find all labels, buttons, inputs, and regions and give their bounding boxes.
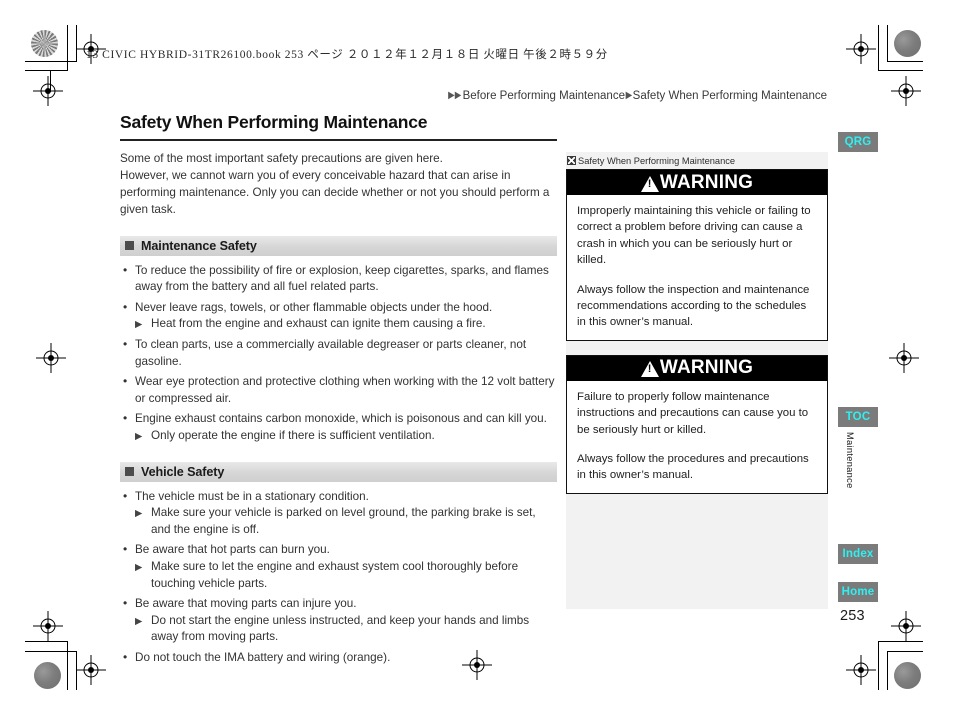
list-item-text: The vehicle must be in a stationary cond… xyxy=(135,489,369,503)
intro-line: However, we cannot warn you of every con… xyxy=(120,168,550,217)
crop-line xyxy=(887,61,923,62)
registration-dot-bottom-right xyxy=(894,662,921,689)
section-header-label: Vehicle Safety xyxy=(141,464,225,479)
crop-line xyxy=(25,70,68,71)
registration-mark-top-left-b xyxy=(33,76,63,106)
crop-line xyxy=(25,651,77,652)
warning-box-2: WARNING Failure to properly follow maint… xyxy=(566,354,828,494)
section-header-vehicle-safety: Vehicle Safety xyxy=(120,461,557,482)
warning-paragraph: Failure to properly follow maintenance i… xyxy=(577,390,809,436)
list-item-text: Do not touch the IMA battery and wiring … xyxy=(135,650,391,664)
chapter-thumb-label: Maintenance xyxy=(845,432,855,489)
warning-triangle-icon xyxy=(640,175,659,192)
intro-line: Some of the most important safety precau… xyxy=(120,151,443,165)
crop-line xyxy=(878,25,879,71)
list-item-text: To reduce the possibility of fire or exp… xyxy=(135,263,549,294)
list-item-text: Wear eye protection and protective cloth… xyxy=(135,375,555,405)
nav-button-index[interactable]: Index xyxy=(838,544,878,564)
breadcrumb-double-arrow-icon: ▶▶ xyxy=(448,90,462,101)
warning-title: WARNING xyxy=(659,171,754,193)
list-item-text: Be aware that hot parts can burn you. xyxy=(135,543,330,557)
section-header-maintenance-safety: Maintenance Safety xyxy=(120,235,557,256)
warning-paragraph: Always follow the procedures and precaut… xyxy=(577,453,809,482)
crop-line xyxy=(25,641,68,642)
list-item-text: To clean parts, use a commercially avail… xyxy=(135,338,527,368)
square-bullet-icon xyxy=(125,241,134,251)
registration-mark-top-right-b xyxy=(891,76,921,106)
warning-body: Improperly maintaining this vehicle or f… xyxy=(567,195,827,340)
nav-button-qrg[interactable]: QRG xyxy=(838,132,878,152)
list-item: The vehicle must be in a stationary cond… xyxy=(120,488,557,539)
list-item-sub: Only operate the engine if there is suff… xyxy=(135,428,557,445)
bullet-list-vehicle-safety: The vehicle must be in a stationary cond… xyxy=(120,488,557,667)
breadcrumb: ▶▶ Before Performing Maintenance ▶ Safet… xyxy=(447,90,827,102)
list-item: Wear eye protection and protective cloth… xyxy=(120,373,557,407)
warning-title-bar: WARNING xyxy=(567,355,827,381)
crop-line xyxy=(887,651,923,652)
registration-dot-bottom-left xyxy=(34,662,61,689)
warning-title-bar: WARNING xyxy=(567,170,827,195)
book-file-header: 13 CIVIC HYBRID-31TR26100.book 253 ページ ２… xyxy=(86,49,608,61)
breadcrumb-parent[interactable]: Before Performing Maintenance xyxy=(463,90,625,102)
list-item: To clean parts, use a commercially avail… xyxy=(120,336,557,370)
crop-line xyxy=(887,651,888,690)
list-item: To reduce the possibility of fire or exp… xyxy=(120,262,557,296)
cross-reference-icon xyxy=(567,156,576,165)
section-header-label: Maintenance Safety xyxy=(141,238,257,253)
warning-title: WARNING xyxy=(659,357,754,379)
page-title: Safety When Performing Maintenance xyxy=(120,112,428,132)
crop-line xyxy=(887,25,888,62)
side-panel-reference[interactable]: Safety When Performing Maintenance xyxy=(566,152,828,169)
crop-line xyxy=(76,651,77,690)
bullet-list-maintenance-safety: To reduce the possibility of fire or exp… xyxy=(120,262,557,446)
registration-mark-bottom-left-b xyxy=(76,655,106,685)
nav-button-toc[interactable]: TOC xyxy=(838,407,878,427)
warning-triangle-icon xyxy=(640,361,659,378)
registration-mark-right-mid xyxy=(889,343,919,373)
list-item-text: Be aware that moving parts can injure yo… xyxy=(135,597,357,611)
warning-paragraph: Improperly maintaining this vehicle or f… xyxy=(577,205,811,267)
list-item-text: Never leave rags, towels, or other flamm… xyxy=(135,300,493,314)
registration-dot-top-right xyxy=(894,30,921,57)
crop-line xyxy=(878,641,923,642)
crop-line xyxy=(878,70,923,71)
main-content-column: Safety When Performing Maintenance Some … xyxy=(120,112,557,671)
list-item-sub: Make sure to let the engine and exhaust … xyxy=(135,559,557,592)
warning-spacer xyxy=(566,341,828,355)
list-item: Be aware that hot parts can burn you. Ma… xyxy=(120,541,557,592)
nav-button-home[interactable]: Home xyxy=(838,582,878,602)
list-item-sub: Make sure your vehicle is parked on leve… xyxy=(135,505,557,538)
crop-line xyxy=(878,641,879,690)
title-divider xyxy=(120,139,557,141)
registration-mark-left-mid xyxy=(36,343,66,373)
breadcrumb-current: Safety When Performing Maintenance xyxy=(632,90,827,102)
breadcrumb-separator-arrow-icon: ▶ xyxy=(625,90,633,101)
crop-line xyxy=(67,25,68,71)
list-item-text: Engine exhaust contains carbon monoxide,… xyxy=(135,412,547,426)
registration-mark-bottom-right-a xyxy=(891,611,921,641)
crop-line xyxy=(67,641,68,690)
registration-mark-bottom-left-a xyxy=(33,611,63,641)
document-page: 13 CIVIC HYBRID-31TR26100.book 253 ページ ２… xyxy=(0,0,954,718)
intro-paragraphs: Some of the most important safety precau… xyxy=(120,150,557,219)
list-item: Engine exhaust contains carbon monoxide,… xyxy=(120,410,557,445)
square-bullet-icon xyxy=(125,467,134,477)
crop-line xyxy=(25,61,77,62)
list-item-sub: Do not start the engine unless instructe… xyxy=(135,613,557,646)
side-panel: Safety When Performing Maintenance WARNI… xyxy=(566,152,828,609)
crop-line xyxy=(50,70,51,92)
page-number: 253 xyxy=(840,608,865,624)
list-item-sub: Heat from the engine and exhaust can ign… xyxy=(135,316,557,333)
list-item: Do not touch the IMA battery and wiring … xyxy=(120,649,557,667)
registration-mark-top-right-a xyxy=(846,34,876,64)
list-item: Never leave rags, towels, or other flamm… xyxy=(120,299,557,334)
crop-line xyxy=(76,25,77,62)
registration-mark-bottom-right-b xyxy=(846,655,876,685)
warning-paragraph: Always follow the inspection and mainten… xyxy=(577,283,810,329)
warning-body: Failure to properly follow maintenance i… xyxy=(567,381,827,493)
list-item: Be aware that moving parts can injure yo… xyxy=(120,595,557,646)
side-panel-reference-label: Safety When Performing Maintenance xyxy=(578,155,736,166)
registration-dot-top-left xyxy=(31,30,58,57)
warning-box-1: WARNING Improperly maintaining this vehi… xyxy=(566,169,828,341)
